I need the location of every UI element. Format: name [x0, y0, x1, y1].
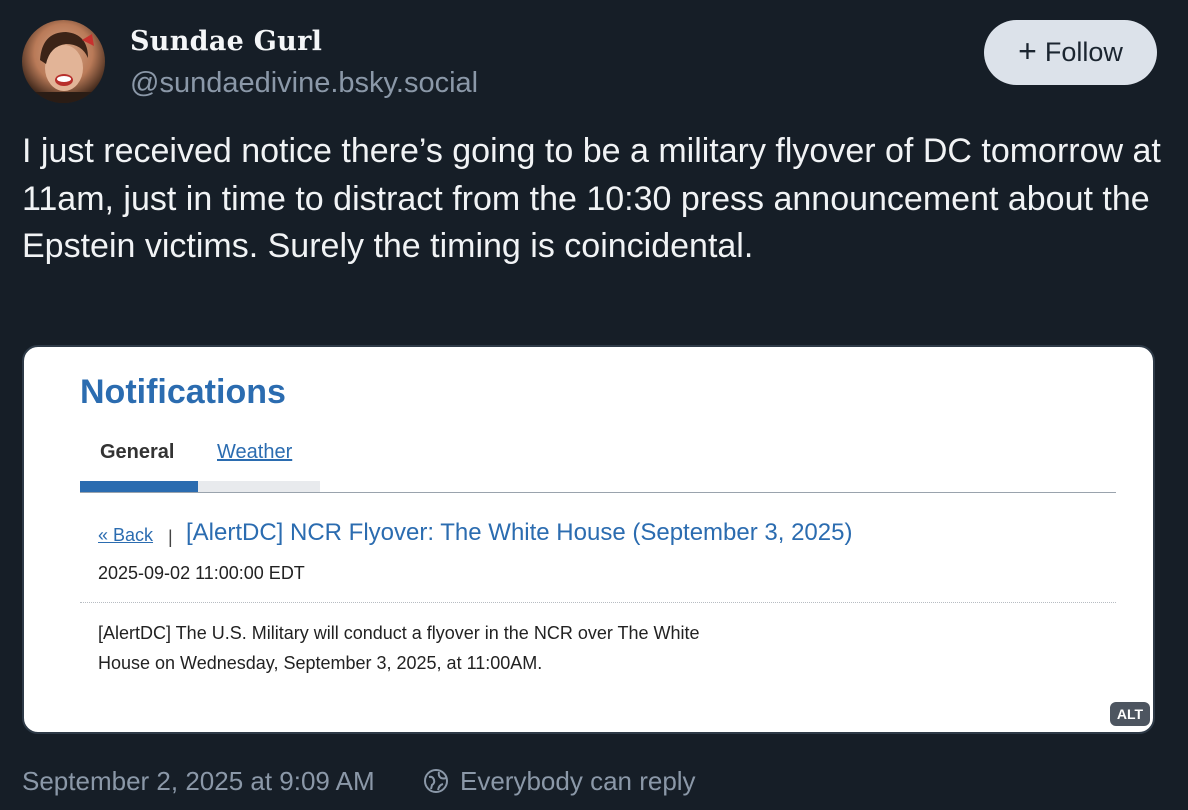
reply-setting[interactable]: Everybody can reply	[460, 766, 696, 797]
back-link: « Back	[98, 525, 154, 545]
avatar[interactable]	[22, 20, 105, 103]
alert-datetime: 2025-09-02 11:00:00 EDT	[98, 563, 305, 583]
active-tab-indicator	[80, 481, 198, 492]
author-display-name[interactable]: Sundae Gurl	[130, 26, 322, 57]
tab-divider	[80, 492, 1116, 493]
alert-body-line: House on Wednesday, September 3, 2025, a…	[98, 653, 543, 673]
plus-icon: +	[1018, 33, 1037, 69]
alert-body: [AlertDC] The U.S. Military will conduct…	[98, 618, 798, 678]
alt-text-badge[interactable]: ALT	[1110, 702, 1150, 726]
follow-button[interactable]: + Follow	[984, 20, 1157, 85]
inactive-tab-indicator	[198, 481, 320, 492]
alert-body-line: [AlertDC] The U.S. Military will conduct…	[98, 623, 700, 643]
notifications-heading: Notifications	[80, 373, 286, 411]
post-timestamp[interactable]: September 2, 2025 at 9:09 AM	[22, 766, 375, 797]
post-text: I just received notice there’s going to …	[22, 132, 1161, 265]
author-handle[interactable]: @sundaedivine.bsky.social	[130, 67, 478, 100]
separator: |	[168, 527, 173, 547]
dotted-divider	[80, 602, 1116, 603]
follow-button-label: Follow	[1044, 37, 1123, 67]
alert-title: [AlertDC] NCR Flyover: The White House (…	[186, 519, 853, 546]
tab-general: General	[100, 441, 175, 463]
globe-icon	[424, 769, 448, 793]
tab-weather: Weather	[217, 441, 293, 463]
embedded-image[interactable]: Notifications General Weather « Back | […	[22, 345, 1155, 734]
